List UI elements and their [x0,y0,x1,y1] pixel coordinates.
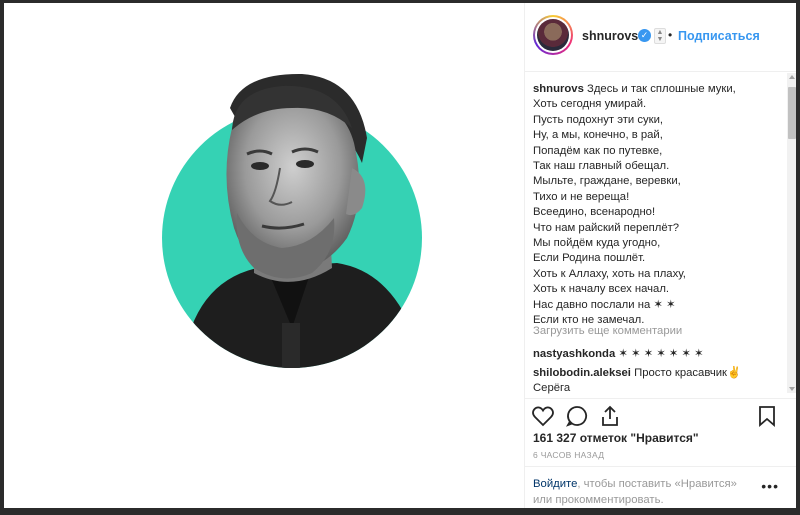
comment-item: nastyashkonda ✶ ✶ ✶ ✶ ✶ ✶ ✶ [533,347,783,362]
comment-text: Просто красавчик✌ [634,367,742,379]
caption-username[interactable]: shnurovs [533,83,584,95]
post-header: shnurovs ✓ ▲ ▼ • Подписаться [525,3,796,72]
comment-text: ✶ ✶ ✶ ✶ ✶ ✶ ✶ [618,348,704,360]
likes-count[interactable]: 161 327 отметок "Нравится" [533,431,699,445]
post-sidebar: shnurovs ✓ ▲ ▼ • Подписаться shnurovs Зде… [524,3,796,508]
follow-button[interactable]: Подписаться [678,29,760,43]
scroll-down-arrow-icon[interactable] [789,387,795,391]
caption-line: Всеедино, всенародно! [533,206,656,219]
post-timestamp: 6 ЧАСОВ НАЗАД [533,450,605,460]
post-window: shnurovs ✓ ▲ ▼ • Подписаться shnurovs Зде… [4,3,796,508]
caption-line: Хоть к Аллаху, хоть на плаху, [533,267,686,280]
post-media[interactable] [4,3,524,508]
caption-line: Мыльте, граждане, веревки, [533,175,681,188]
caption-line: Ну, а мы, конечно, в рай, [533,129,663,142]
bookmark-icon[interactable] [755,404,779,428]
load-more-comments-link[interactable]: Загрузить еще комментарии [533,325,682,337]
caption-line: Нас давно послали на ✶ ✶ [533,298,676,311]
username-link[interactable]: shnurovs [582,29,638,43]
comment-icon[interactable] [565,404,589,428]
login-prompt-text: Войдите, чтобы поставить «Нравится» или … [533,476,753,508]
comment-username[interactable]: shilobodin.aleksei [533,367,631,379]
login-prompt: Войдите, чтобы поставить «Нравится» или … [525,466,796,508]
login-link[interactable]: Войдите [533,478,577,490]
comments-scrollbar[interactable] [787,73,796,393]
post-actions [525,398,796,435]
avatar[interactable] [533,15,573,55]
caption-line: Тихо и не вереща! [533,190,630,203]
caption-line: Мы пойдём куда угодно, [533,237,661,250]
post-caption: shnurovs Здесь и так сплошные муки, Хоть… [533,82,783,329]
caption-line: Пусть подохнут эти суки, [533,113,664,126]
heart-icon[interactable] [531,404,555,428]
account-switch-icon: ▲ ▼ [654,28,666,44]
caption-line: Так наш главный обещал. [533,160,670,173]
share-icon[interactable] [598,404,622,428]
scroll-thumb[interactable] [788,87,796,139]
caption-line: Хоть к началу всех начал. [533,283,670,296]
caption-line: Что нам райский переплёт? [533,221,680,234]
portrait-image [162,73,422,368]
caption-line: shnurovs Здесь и так сплошные муки, [533,82,783,97]
avatar-ring [535,17,571,53]
caption-line: Попадём как по путевке, [533,144,663,157]
caption-line: Хоть сегодня умирай. [533,98,647,111]
verified-badge-icon: ✓ [638,29,651,42]
caption-line: Если Родина пошлёт. [533,252,646,265]
caption-text: Здесь и так сплошные муки, [587,83,736,95]
scroll-up-arrow-icon[interactable] [789,75,795,79]
comment-text-continued: Серёга [533,382,571,395]
avatar-image [537,19,569,51]
separator-dot: • [668,28,673,42]
comment-username[interactable]: nastyashkonda [533,348,615,360]
more-options-icon[interactable]: ••• [761,479,779,493]
comments-section[interactable]: shnurovs Здесь и так сплошные муки, Хоть… [525,72,796,398]
comment-item: shilobodin.aleksei Просто красавчик✌ Сер… [533,366,783,397]
